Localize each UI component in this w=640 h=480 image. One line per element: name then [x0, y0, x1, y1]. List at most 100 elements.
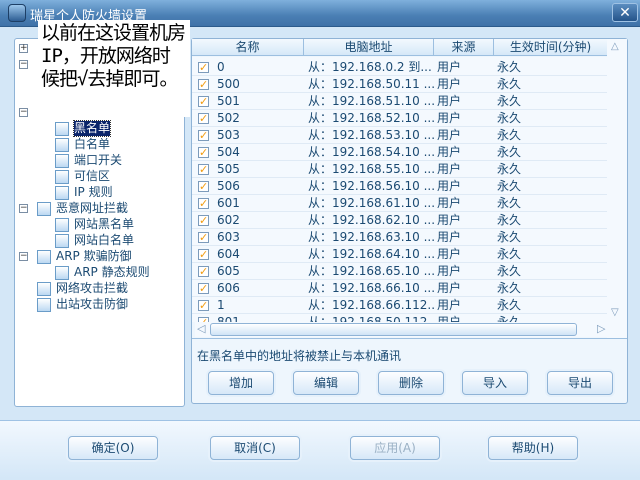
export-button[interactable]: 导出: [547, 371, 613, 395]
column-header-address[interactable]: 电脑地址: [304, 39, 434, 56]
table-row[interactable]: ✓ 503 从：192.168.53.10 ... 用户 永久: [192, 127, 607, 144]
row-address: 从：192.168.52.10 ...: [308, 111, 434, 125]
row-duration: 永久: [497, 179, 522, 193]
row-address: 从：192.168.50.112...: [308, 315, 434, 322]
column-header-duration[interactable]: 生效时间(分钟): [494, 39, 607, 56]
ok-button[interactable]: 确定(O): [68, 436, 158, 460]
row-source: 用户: [437, 247, 462, 261]
close-button[interactable]: ✕: [612, 3, 638, 22]
row-name: 601: [217, 196, 240, 210]
tree-item[interactable]: ARP 静态规则: [74, 265, 150, 280]
help-button[interactable]: 帮助(H): [488, 436, 578, 460]
row-checkbox[interactable]: ✓: [198, 113, 209, 124]
table-row[interactable]: ✓ 604 从：192.168.64.10 ... 用户 永久: [192, 246, 607, 263]
rule-list-icon: [55, 218, 69, 232]
table-row[interactable]: ✓ 505 从：192.168.55.10 ... 用户 永久: [192, 161, 607, 178]
apply-button[interactable]: 应用(A): [350, 436, 440, 460]
delete-button[interactable]: 删除: [378, 371, 444, 395]
scroll-left-icon[interactable]: ◁: [197, 322, 205, 335]
add-button[interactable]: 增加: [208, 371, 274, 395]
row-checkbox[interactable]: ✓: [198, 96, 209, 107]
collapse-icon[interactable]: −: [19, 60, 28, 69]
collapse-icon[interactable]: −: [19, 108, 28, 117]
row-checkbox[interactable]: ✓: [198, 198, 209, 209]
row-source: 用户: [437, 94, 462, 108]
tree-item[interactable]: 网站黑名单: [74, 217, 134, 232]
row-source: 用户: [437, 315, 462, 322]
row-checkbox[interactable]: ✓: [198, 181, 209, 192]
tree-item[interactable]: 白名单: [74, 137, 110, 152]
row-name: 506: [217, 179, 240, 193]
row-name: 602: [217, 213, 240, 227]
row-checkbox[interactable]: ✓: [198, 164, 209, 175]
horizontal-scrollbar[interactable]: ◁ ▷: [195, 322, 610, 337]
tree-item[interactable]: IP 规则: [74, 185, 113, 200]
table-row[interactable]: ✓ 606 从：192.168.66.10 ... 用户 永久: [192, 280, 607, 297]
row-checkbox[interactable]: ✓: [198, 62, 209, 73]
row-address: 从：192.168.64.10 ...: [308, 247, 434, 261]
table-row[interactable]: ✓ 603 从：192.168.63.10 ... 用户 永久: [192, 229, 607, 246]
tree-item[interactable]: 出站攻击防御: [56, 297, 128, 312]
tree-item[interactable]: ARP 欺骗防御: [56, 249, 132, 264]
row-address: 从：192.168.66.112...: [308, 298, 434, 312]
table-row[interactable]: ✓ 501 从：192.168.51.10 ... 用户 永久: [192, 93, 607, 110]
column-header-source[interactable]: 来源: [434, 39, 494, 56]
row-checkbox[interactable]: ✓: [198, 215, 209, 226]
tree-item[interactable]: 可信区: [74, 169, 110, 184]
edit-button[interactable]: 编辑: [293, 371, 359, 395]
row-address: 从：192.168.50.11 ...: [308, 77, 434, 91]
rule-list-icon: [55, 170, 69, 184]
table-row[interactable]: ✓ 605 从：192.168.65.10 ... 用户 永久: [192, 263, 607, 280]
row-duration: 永久: [497, 111, 522, 125]
expand-icon[interactable]: +: [19, 44, 28, 53]
tree-item[interactable]: 端口开关: [74, 153, 122, 168]
table-row[interactable]: ✓ 1 从：192.168.66.112... 用户 永久: [192, 297, 607, 314]
table-row[interactable]: ✓ 506 从：192.168.56.10 ... 用户 永久: [192, 178, 607, 195]
column-header-name[interactable]: 名称: [192, 39, 304, 56]
table-row[interactable]: ✓ 500 从：192.168.50.11 ... 用户 永久: [192, 76, 607, 93]
scroll-up-icon[interactable]: △: [611, 41, 619, 52]
annotation-note: 以前在这设置机房IP，开放网络时候把√去掉即可。: [38, 20, 190, 117]
tree-item[interactable]: 恶意网址拦截: [56, 201, 128, 216]
scrollbar-thumb[interactable]: [210, 323, 577, 336]
row-address: 从：192.168.51.10 ...: [308, 94, 434, 108]
row-source: 用户: [437, 230, 462, 244]
dialog-footer: 确定(O) 取消(C) 应用(A) 帮助(H): [0, 420, 640, 478]
row-address: 从：192.168.66.10 ...: [308, 281, 434, 295]
row-address: 从：192.168.62.10 ...: [308, 213, 434, 227]
collapse-icon[interactable]: −: [19, 204, 28, 213]
row-duration: 永久: [497, 145, 522, 159]
row-checkbox[interactable]: ✓: [198, 266, 209, 277]
table-row[interactable]: ✓ 504 从：192.168.54.10 ... 用户 永久: [192, 144, 607, 161]
row-checkbox[interactable]: ✓: [198, 130, 209, 141]
table-row[interactable]: ✓ 502 从：192.168.52.10 ... 用户 永久: [192, 110, 607, 127]
import-button[interactable]: 导入: [462, 371, 528, 395]
row-checkbox[interactable]: ✓: [198, 79, 209, 90]
row-checkbox[interactable]: ✓: [198, 147, 209, 158]
row-checkbox[interactable]: ✓: [198, 232, 209, 243]
scroll-down-icon[interactable]: ▽: [611, 307, 619, 318]
rule-list-icon: [55, 154, 69, 168]
cancel-button[interactable]: 取消(C): [210, 436, 300, 460]
tree-item[interactable]: 黑名单: [72, 120, 112, 137]
table-row[interactable]: ✓ 602 从：192.168.62.10 ... 用户 永久: [192, 212, 607, 229]
table-row[interactable]: ✓ 801 从：192.168.50.112... 用户 永久: [192, 314, 607, 322]
scroll-right-icon[interactable]: ▷: [597, 322, 605, 335]
row-address: 从：192.168.54.10 ...: [308, 145, 434, 159]
row-duration: 永久: [497, 247, 522, 261]
table-row[interactable]: ✓ 601 从：192.168.61.10 ... 用户 永久: [192, 195, 607, 212]
row-checkbox[interactable]: ✓: [198, 283, 209, 294]
firewall-shield-icon: [8, 4, 26, 22]
vertical-scrollbar[interactable]: △ ▽: [607, 39, 627, 339]
row-checkbox[interactable]: ✓: [198, 300, 209, 311]
row-checkbox[interactable]: ✓: [198, 249, 209, 260]
row-name: 0: [217, 60, 225, 74]
row-name: 501: [217, 94, 240, 108]
collapse-icon[interactable]: −: [19, 252, 28, 261]
table-header: 名称 电脑地址 来源 生效时间(分钟): [192, 39, 607, 56]
rule-list-icon: [55, 122, 69, 136]
table-row[interactable]: ✓ 0 从：192.168.0.2 到... 用户 永久: [192, 59, 607, 76]
tree-item[interactable]: 网络攻击拦截: [56, 281, 128, 296]
tree-item[interactable]: 网站白名单: [74, 233, 134, 248]
category-icon: [37, 282, 51, 296]
